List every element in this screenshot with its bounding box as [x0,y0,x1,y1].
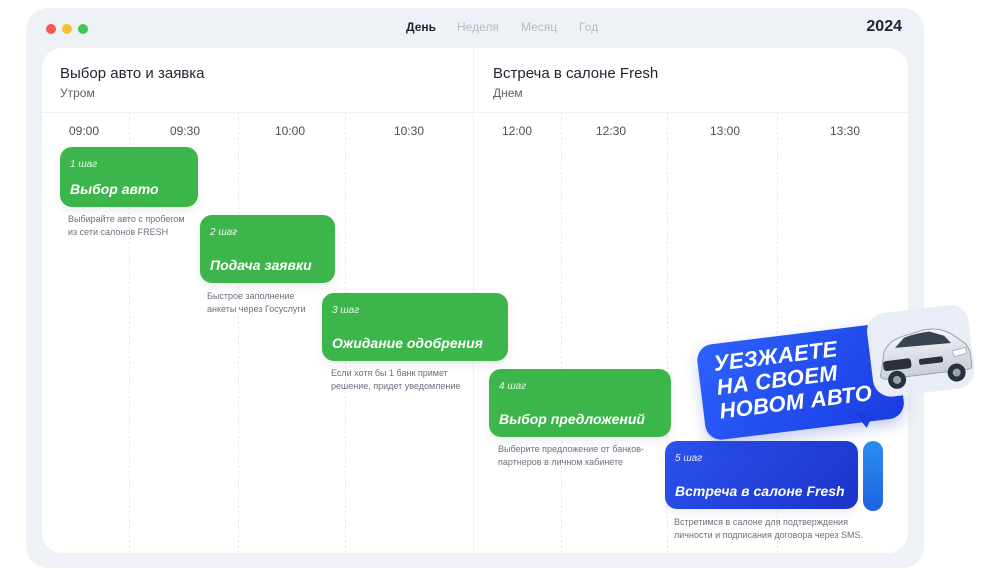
step-description-line: анкеты через Госуслуги [207,304,306,314]
step-description-line: Выберите предложение от банков- [498,444,644,454]
step-description-line: из сети салонов FRESH [68,227,169,237]
step-number: 5 шаг [675,453,703,464]
time-label: 09:00 [68,124,100,138]
header-divider [42,112,908,113]
step-title: Встреча в салоне Fresh [675,483,845,499]
step-card-1[interactable]: 1 шаг Выбор авто [60,147,198,207]
tab-month[interactable]: Месяц [521,20,557,34]
gridline [238,112,239,553]
time-label: 12:30 [595,124,627,138]
tab-day[interactable]: День [406,20,436,34]
step-number: 1 шаг [70,159,98,170]
time-label: 10:30 [393,124,425,138]
step-card-3[interactable]: 3 шаг Ожидание одобрения [322,293,508,361]
step-card-4[interactable]: 4 шаг Выбор предложений [489,369,671,437]
step-number: 3 шаг [332,305,360,316]
time-label: 13:30 [829,124,861,138]
step-description-line: партнеров в личном кабинете [498,457,624,467]
step-description-line: личности и подписания договора через SMS… [674,530,864,540]
step-description-3: Если хотя бы 1 банк примет решение, прид… [331,367,460,393]
step-description-5: Встретимся в салоне для подтверждения ли… [674,516,863,542]
section-subtitle-morning: Утром [60,86,95,100]
step-card-2[interactable]: 2 шаг Подача заявки [200,215,335,283]
step-description-line: Если хотя бы 1 банк примет [331,368,448,378]
section-subtitle-day: Днем [493,86,523,100]
step-title: Выбор авто [70,181,159,197]
step-description-1: Выбирайте авто с пробегом из сети салоно… [68,213,185,239]
gridline [561,112,562,553]
step-description-line: Выбирайте авто с пробегом [68,214,185,224]
step-number: 4 шаг [499,381,527,392]
step-description-4: Выберите предложение от банков- партнеро… [498,443,644,469]
car-icon [861,298,981,403]
time-label: 09:30 [169,124,201,138]
step-title: Выбор предложений [499,411,645,427]
tab-year[interactable]: Год [579,20,598,34]
time-label: 12:00 [501,124,533,138]
step-card-5[interactable]: 5 шаг Встреча в салоне Fresh [665,441,858,509]
time-label: 10:00 [274,124,306,138]
step-description-line: Быстрое заполнение [207,291,295,301]
app-window: День Неделя Месяц Год 2024 Выбор авто и … [26,8,924,568]
section-title-morning: Выбор авто и заявка [60,65,205,82]
step-5-side-bar [863,441,883,511]
step-description-2: Быстрое заполнение анкеты через Госуслуг… [207,290,306,316]
step-description-line: решение, придет уведомление [331,381,461,391]
section-title-day: Встреча в салоне Fresh [493,65,659,82]
step-number: 2 шаг [210,227,238,238]
step-description-line: Встретимся в салоне для подтверждения [674,517,848,527]
period-tabs: День Неделя Месяц Год [26,20,924,40]
time-label: 13:00 [709,124,741,138]
promo-bubble-tail [854,410,877,430]
step-title: Ожидание одобрения [332,335,483,351]
year-label: 2024 [866,18,902,35]
tab-week[interactable]: Неделя [457,20,499,34]
step-title: Подача заявки [210,257,312,273]
